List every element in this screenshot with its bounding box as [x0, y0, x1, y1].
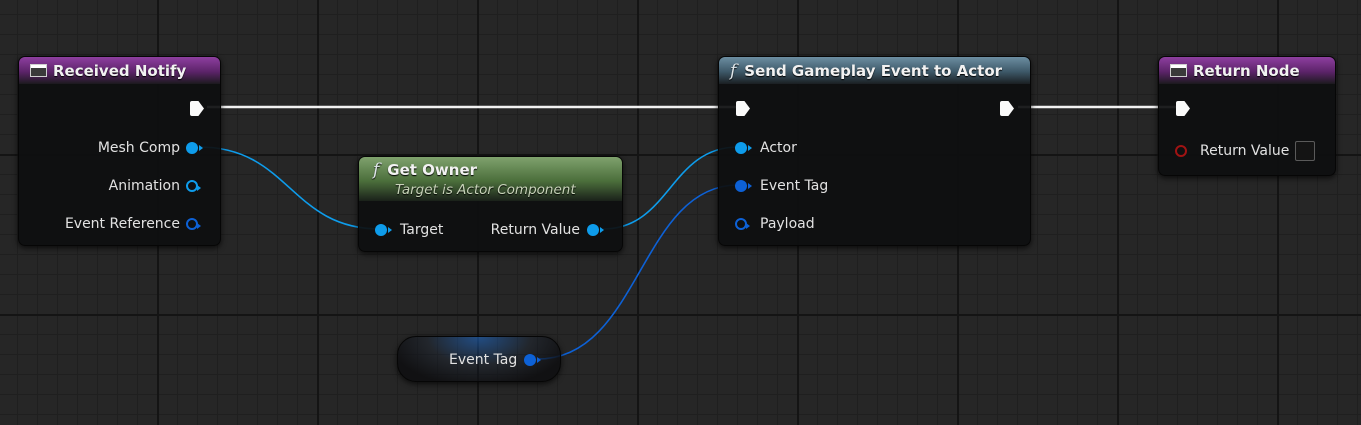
exec-input-pin[interactable] [736, 101, 750, 116]
node-title: Send Gameplay Event to Actor [744, 61, 1003, 80]
pin-label-event-reference: Event Reference [64, 216, 180, 232]
return-value-bool-pin[interactable] [1175, 145, 1187, 157]
pin-label-payload: Payload [760, 216, 815, 232]
event-tag-output-pin[interactable] [524, 354, 541, 366]
event-reference-pin[interactable] [186, 218, 201, 230]
return-value-checkbox[interactable] [1295, 141, 1315, 161]
received-notify-header[interactable]: Received Notify [19, 57, 220, 84]
node-title: Return Node [1193, 61, 1300, 80]
exec-output-pin[interactable] [190, 101, 204, 116]
return-node-header[interactable]: Return Node [1159, 57, 1335, 84]
pin-label-mesh-comp: Mesh Comp [97, 140, 180, 156]
pin-label-return-value: Return Value [1200, 143, 1290, 159]
animation-pin[interactable] [186, 180, 201, 192]
return-value-pin[interactable] [587, 224, 604, 236]
send-gameplay-event-header[interactable]: f Send Gameplay Event to Actor [719, 57, 1030, 84]
mesh-comp-pin[interactable] [186, 142, 203, 154]
event-node-icon [30, 64, 47, 77]
target-pin[interactable] [375, 224, 392, 236]
exec-output-pin[interactable] [1000, 101, 1014, 116]
send-gameplay-event-node[interactable]: f Send Gameplay Event to Actor Actor Eve… [718, 56, 1031, 246]
pin-label-animation: Animation [108, 178, 180, 194]
pin-label-event-tag: Event Tag [760, 178, 829, 194]
function-icon: f [730, 60, 737, 81]
variable-label-event-tag: Event Tag [449, 352, 518, 368]
pin-label-return-value: Return Value [490, 222, 580, 238]
get-owner-header[interactable]: f Get Owner Target is Actor Component [359, 157, 622, 201]
node-title: Get Owner [387, 161, 478, 179]
node-title: Received Notify [53, 61, 187, 80]
payload-pin[interactable] [735, 218, 750, 230]
event-tag-pin[interactable] [735, 180, 752, 192]
function-entry-icon [1170, 64, 1187, 77]
return-node[interactable]: Return Node Return Value [1158, 56, 1336, 176]
node-subtitle: Target is Actor Component [395, 182, 576, 198]
wire-meshcomp-to-target[interactable] [198, 146, 381, 230]
pin-label-actor: Actor [760, 140, 797, 156]
received-notify-node[interactable]: Received Notify Mesh Comp Animation Even… [18, 56, 221, 246]
get-owner-node[interactable]: f Get Owner Target is Actor Component Ta… [358, 156, 623, 252]
function-icon: f [373, 160, 380, 180]
exec-input-pin[interactable] [1176, 101, 1190, 116]
event-tag-variable-node[interactable]: Event Tag [397, 336, 561, 382]
pin-label-target: Target [400, 222, 444, 238]
actor-pin[interactable] [735, 142, 752, 154]
